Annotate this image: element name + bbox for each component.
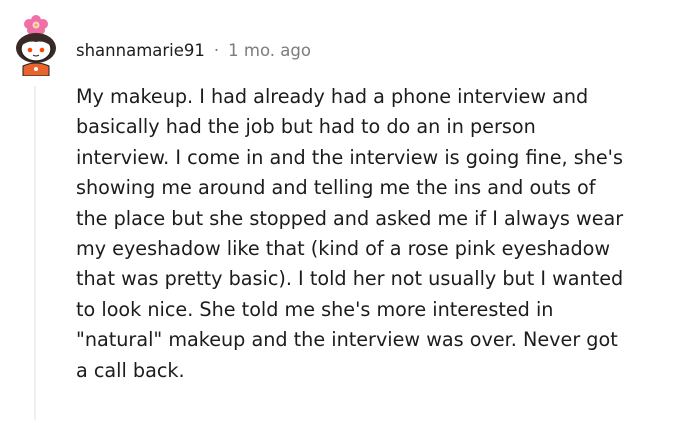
user-avatar[interactable]	[10, 14, 62, 77]
comment-line: the place but she stopped and asked me i…	[76, 206, 624, 230]
comment-line: showing me around and telling me the ins…	[76, 176, 596, 200]
comment-line: basically had the job but had to do an i…	[76, 115, 536, 139]
comment-body: My makeup. I had already had a phone int…	[76, 82, 686, 386]
timestamp[interactable]: 1 mo. ago	[228, 41, 311, 60]
comment-line: a call back.	[76, 358, 185, 382]
comment-line: interview. I come in and the interview i…	[76, 145, 623, 169]
meta-separator: ·	[213, 40, 220, 60]
comment-line: my eyeshadow like that (kind of a rose p…	[76, 237, 611, 261]
comment-line: My makeup. I had already had a phone int…	[76, 85, 589, 108]
comment-meta: shannamarie91 · 1 mo. ago	[76, 38, 311, 62]
thread-line[interactable]	[34, 86, 36, 420]
comment: shannamarie91 · 1 mo. ago My makeup. I h…	[0, 0, 700, 423]
comment-line: to look nice. She told me she's more int…	[76, 297, 554, 321]
comment-line: "natural" makeup and the interview was o…	[76, 328, 618, 352]
comment-line: that was pretty basic). I told her not u…	[76, 267, 624, 291]
snoo-avatar-with-flower-icon	[16, 15, 56, 77]
username-link[interactable]: shannamarie91	[76, 41, 205, 60]
flower-icon	[24, 15, 48, 35]
